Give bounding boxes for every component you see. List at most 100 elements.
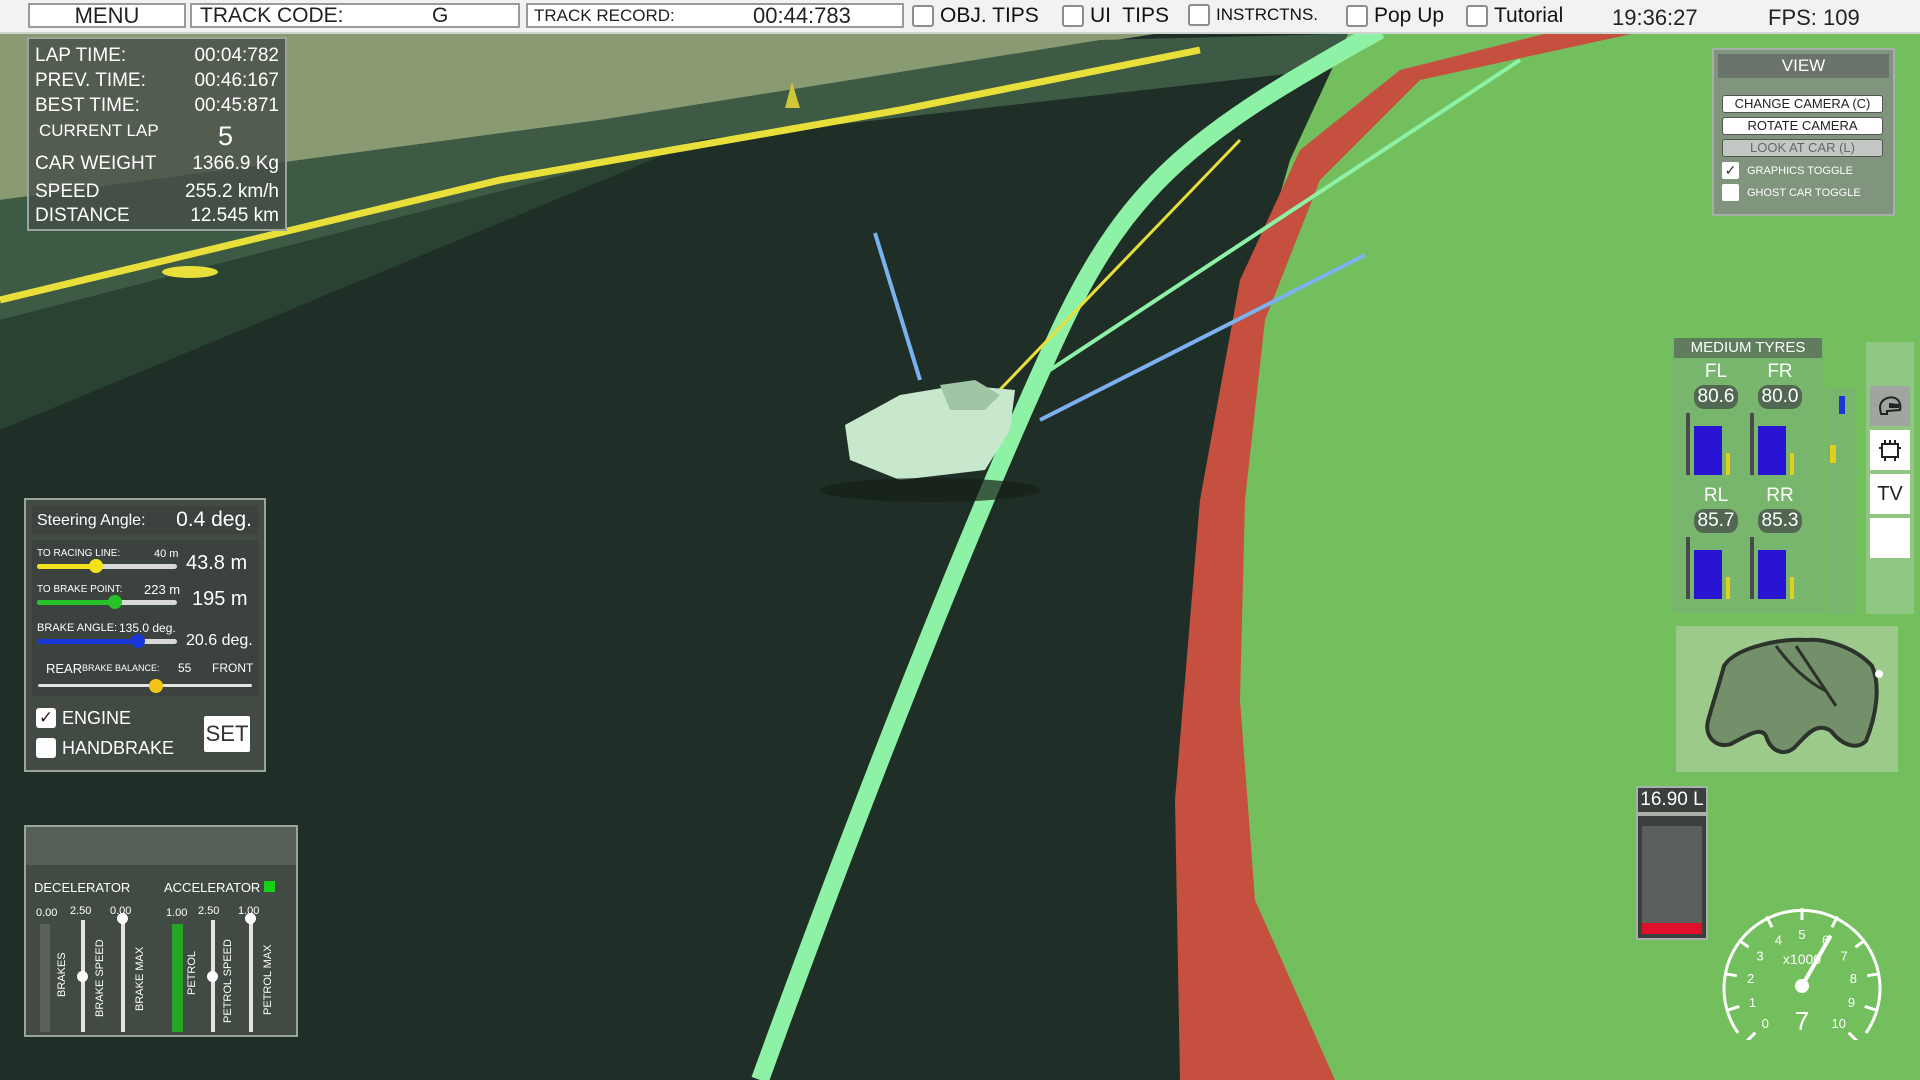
tyre-fr-label: FR bbox=[1767, 361, 1793, 382]
tacho-hub bbox=[1795, 979, 1809, 993]
ghost-car-toggle-checkbox[interactable] bbox=[1722, 184, 1739, 201]
petrol-max-axis-label: PETROL MAX bbox=[262, 944, 274, 1016]
lap-info-panel: LAP TIME: 00:04:782 PREV. TIME: 00:46:167 … bbox=[27, 37, 287, 231]
pedal-panel: DECELERATOR ACCELERATOR 0.00 2.50 0.00 1… bbox=[24, 825, 298, 1037]
tyre-type-title: MEDIUM TYRES bbox=[1674, 338, 1822, 358]
graphics-toggle-checkbox[interactable]: ✓ bbox=[1722, 162, 1739, 179]
ui-tips-label: UI TIPS bbox=[1090, 4, 1169, 27]
popup-toggle[interactable]: Pop Up bbox=[1346, 4, 1444, 28]
current-lap-label: CURRENT LAP bbox=[39, 121, 159, 140]
petrol-speed-axis-label: PETROL SPEED bbox=[222, 939, 234, 1023]
current-lap-value: 5 bbox=[217, 121, 233, 151]
track-map-outline bbox=[1705, 637, 1883, 754]
obj-tips-label: OBJ. TIPS bbox=[940, 4, 1039, 27]
tacho-tick bbox=[1866, 972, 1880, 978]
petrol-speed-value: 2.50 bbox=[198, 905, 220, 917]
assist-box: TO RACING LINE: 40 m 43.8 m TO BRAKE POI… bbox=[32, 540, 258, 696]
brake-balance-knob[interactable] bbox=[148, 679, 163, 693]
brake-point-knob[interactable] bbox=[108, 595, 123, 609]
tyre-rr-label: RR bbox=[1766, 485, 1794, 506]
blank-view-button[interactable] bbox=[1870, 518, 1910, 558]
fuel-level-fill bbox=[1642, 923, 1702, 934]
tyre-rr-bar bbox=[1750, 537, 1794, 599]
tacho-tick-label: 0 bbox=[1762, 1016, 1769, 1031]
brake-angle-label: BRAKE ANGLE: bbox=[37, 622, 118, 634]
rotate-camera-button[interactable]: ROTATE CAMERA bbox=[1722, 117, 1883, 135]
load-yellow-marker bbox=[1830, 445, 1836, 463]
load-indicator-bar bbox=[1826, 388, 1856, 614]
ui-tips-checkbox[interactable] bbox=[1062, 5, 1084, 27]
petrol-max-knob[interactable] bbox=[245, 913, 256, 924]
brake-speed-slider[interactable] bbox=[77, 920, 88, 1032]
ui-tips-toggle[interactable]: UI TIPS bbox=[1062, 4, 1169, 28]
tacho-tick-label: 9 bbox=[1848, 995, 1855, 1010]
menu-button[interactable]: MENU bbox=[28, 3, 186, 28]
racing-line-fill bbox=[37, 564, 96, 569]
best-time-label: BEST TIME: bbox=[35, 95, 140, 116]
set-button[interactable]: SET bbox=[204, 716, 250, 752]
tacho-tick-label: 8 bbox=[1850, 971, 1857, 986]
graphics-toggle[interactable]: ✓ GRAPHICS TOGGLE bbox=[1722, 162, 1853, 179]
racing-line-slider[interactable] bbox=[37, 559, 177, 573]
popup-checkbox[interactable] bbox=[1346, 5, 1368, 27]
side-toolbar: TV bbox=[1866, 342, 1914, 614]
tyre-rr-temp: 85.3 bbox=[1758, 509, 1802, 533]
decelerator-label: DECELERATOR bbox=[34, 880, 131, 895]
obj-tips-toggle[interactable]: OBJ. TIPS bbox=[912, 4, 1039, 28]
engine-checkbox[interactable]: ✓ bbox=[36, 708, 56, 728]
tacho-tick bbox=[1745, 1031, 1757, 1040]
brakes-bar bbox=[40, 924, 50, 1032]
petrol-speed-knob[interactable] bbox=[207, 971, 218, 982]
petrol-axis-label: PETROL bbox=[186, 950, 198, 995]
brake-max-knob[interactable] bbox=[117, 913, 128, 924]
racing-line-value: 43.8 m bbox=[186, 552, 248, 574]
tyre-fl-label: FL bbox=[1704, 361, 1728, 382]
change-camera-button[interactable]: CHANGE CAMERA (C) bbox=[1722, 95, 1883, 113]
tyre-fl-bar bbox=[1686, 413, 1730, 475]
engine-icon bbox=[1879, 440, 1901, 461]
racing-line-knob[interactable] bbox=[88, 559, 103, 573]
tutorial-toggle[interactable]: Tutorial bbox=[1466, 4, 1563, 28]
ghost-car-toggle-label: GHOST CAR TOGGLE bbox=[1747, 186, 1861, 199]
brake-angle-slider[interactable] bbox=[37, 634, 177, 648]
look-at-car-button[interactable]: LOOK AT CAR (L) bbox=[1722, 139, 1883, 157]
tv-view-button[interactable]: TV bbox=[1870, 474, 1910, 514]
petrol-max-slider[interactable] bbox=[245, 913, 256, 1032]
brakes-value: 0.00 bbox=[36, 907, 58, 919]
handbrake-checkbox[interactable] bbox=[36, 738, 56, 758]
helmet-button[interactable] bbox=[1870, 386, 1910, 426]
tacho-tick bbox=[1724, 972, 1738, 978]
brake-angle-knob[interactable] bbox=[130, 634, 145, 648]
tacho-tick-label: 5 bbox=[1798, 927, 1805, 942]
brake-point-label: TO BRAKE POINT: bbox=[37, 584, 123, 595]
tacho-tick bbox=[1854, 938, 1866, 949]
tacho-tick bbox=[1727, 1004, 1740, 1012]
brake-point-slider[interactable] bbox=[37, 595, 177, 609]
brake-speed-knob[interactable] bbox=[77, 971, 88, 982]
brake-angle-value: 20.6 deg. bbox=[186, 632, 253, 649]
fuel-gauge: 16.90 L bbox=[1636, 786, 1708, 952]
tyre-rl-label: RL bbox=[1703, 485, 1729, 506]
speed-label: SPEED bbox=[35, 181, 100, 202]
instructions-checkbox[interactable] bbox=[1188, 4, 1210, 26]
track-code-field: TRACK CODE: G bbox=[190, 3, 520, 28]
obj-tips-checkbox[interactable] bbox=[912, 5, 934, 27]
distance-value: 12.545 km bbox=[190, 205, 279, 226]
tutorial-checkbox[interactable] bbox=[1466, 5, 1488, 27]
tacho-tick bbox=[1864, 1004, 1877, 1012]
brake-balance-slider[interactable] bbox=[38, 679, 252, 693]
tutorial-label: Tutorial bbox=[1494, 4, 1564, 27]
track-code-value: G bbox=[432, 4, 449, 27]
instructions-toggle[interactable]: INSTRCTNS. bbox=[1188, 4, 1318, 26]
popup-label: Pop Up bbox=[1374, 4, 1445, 27]
lap-time-value: 00:04:782 bbox=[194, 45, 279, 66]
tacho-tick-label: 2 bbox=[1747, 971, 1754, 986]
racing-line-setting: 40 m bbox=[154, 548, 179, 560]
engine-view-button[interactable] bbox=[1870, 430, 1910, 470]
brakes-axis-label: BRAKES bbox=[56, 952, 68, 997]
ghost-car-toggle[interactable]: GHOST CAR TOGGLE bbox=[1722, 184, 1861, 201]
petrol-speed-slider[interactable] bbox=[207, 920, 218, 1032]
brake-max-slider[interactable] bbox=[117, 913, 128, 1032]
tyre-panel: MEDIUM TYRES FL FR 80.6 80.0 RL RR 85.7 … bbox=[1672, 338, 1824, 613]
car-weight-label: CAR WEIGHT bbox=[35, 153, 157, 174]
